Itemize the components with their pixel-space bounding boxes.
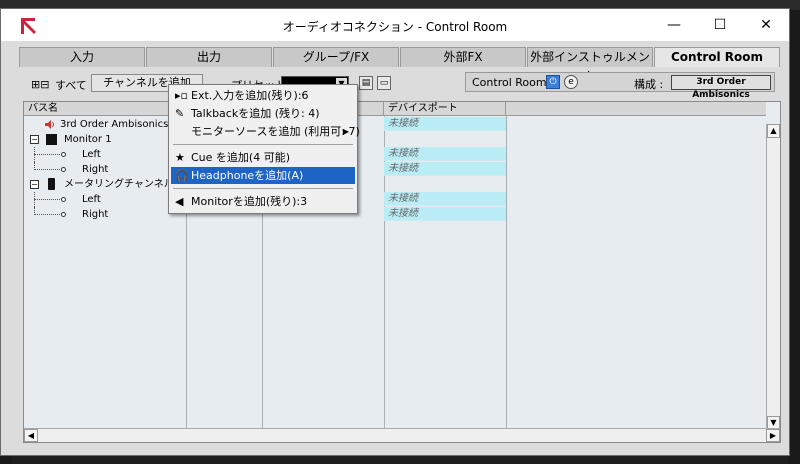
device-port-cell[interactable]: 未接続 [384,192,506,206]
table-row[interactable]: Right 未接続 [24,207,766,222]
scroll-right-icon[interactable]: ▶ [766,429,780,442]
menu-item-label: Monitorを追加(残り):3 [191,195,308,208]
port-node-icon [61,167,66,172]
scroll-left-icon[interactable]: ◀ [24,429,38,442]
tab-inputs[interactable]: 入力 [19,47,145,67]
menu-item-add-headphone[interactable]: 🎧 Headphoneを追加(A) [171,167,355,184]
bus-name: Right [82,164,109,175]
control-room-label: Control Room: [472,76,551,89]
bus-name: Left [82,194,101,205]
tab-external-fx[interactable]: 外部FX [400,47,526,67]
menu-item-label: Headphoneを追加(A) [191,169,304,182]
menu-item-add-monitor-source[interactable]: モニターソースを追加 (利用可: 7) ▶ [171,123,360,140]
table-row[interactable]: Left 未接続 [24,147,766,162]
bus-name: Monitor 1 [64,134,112,145]
table-row[interactable]: − Monitor 1 [24,132,766,147]
ext-input-icon: ▸▫ [175,89,188,102]
monitor-icon: ◀ [175,195,184,208]
remove-preset-icon[interactable]: ▭ [377,76,391,90]
meter-icon [48,178,55,190]
table-row[interactable]: 3rd Order Ambisonics C 未接続 [24,117,766,132]
menu-separator [173,144,353,145]
save-preset-icon[interactable]: ▤ [359,76,373,90]
column-bus-name[interactable]: バス名 [24,102,186,116]
tree-line [34,154,62,155]
port-node-icon [61,212,66,217]
monitor-icon [46,134,57,145]
menu-item-label: Talkbackを追加 (残り: 4) [191,107,320,120]
scroll-up-icon[interactable]: ▲ [767,124,780,138]
expand-collapse-icon[interactable]: ⊞⊟ [31,78,49,91]
menu-item-label: モニターソースを追加 (利用可: 7) [191,125,360,138]
collapse-icon[interactable]: − [30,180,39,189]
vertical-scrollbar[interactable]: ▲ ▼ [766,124,780,430]
horizontal-scrollbar[interactable]: ◀ ▶ [24,428,780,442]
collapse-icon[interactable]: − [30,135,39,144]
title-bar: オーディオコネクション - Control Room — ☐ ✕ [1,9,789,41]
config-label: 構成 : [634,78,664,91]
add-channel-menu: ▸▫ Ext.入力を追加(残り):6 ✎ Talkbackを追加 (残り: 4)… [168,84,360,214]
table-row[interactable]: − メータリングチャンネル [24,177,766,192]
menu-item-add-monitor[interactable]: ◀ Monitorを追加(残り):3 [171,193,355,210]
toolbar: ⊞⊟ すべて チャンネルを追加 プリセット ▼ ▤ ▭ Control Room… [19,69,781,100]
device-port-cell[interactable]: 未接続 [384,162,506,176]
tab-bar: 入力 出力 グループ/FX 外部FX 外部インストゥルメント Control R… [19,47,781,83]
bus-name: メータリングチャンネル [64,179,174,190]
tab-control-room[interactable]: Control Room [654,47,780,67]
device-port-cell[interactable]: 未接続 [384,207,506,221]
port-node-icon [61,152,66,157]
tree-line [34,199,62,200]
close-button[interactable]: ✕ [743,9,789,41]
tree-line [34,214,62,215]
bus-name: Right [82,209,109,220]
menu-item-add-cue[interactable]: ★ Cue を追加(4 可能) [171,149,355,166]
tree-line [34,169,62,170]
menu-item-label: Ext.入力を追加(残り):6 [191,89,309,102]
tab-external-instruments[interactable]: 外部インストゥルメント [527,47,653,83]
maximize-button[interactable]: ☐ [697,9,743,41]
grid-header: バス名 デバイスポート [24,102,766,116]
microphone-icon: ✎ [175,107,185,120]
device-port-cell[interactable]: 未接続 [384,147,506,161]
power-icon[interactable]: ⏻ [546,75,560,89]
audio-connections-window: オーディオコネクション - Control Room — ☐ ✕ 入力 出力 グ… [0,8,790,456]
menu-item-add-talkback[interactable]: ✎ Talkbackを追加 (残り: 4) [171,105,355,122]
bus-grid: バス名 デバイスポート 3rd Order Ambisonics C 未接続 −… [23,101,781,443]
chevron-right-icon: ▶ [342,127,349,136]
column-device-port[interactable]: デバイスポート [384,102,506,116]
control-room-group: Control Room: ⏻ e 構成 : 3rd Order Ambison… [465,72,775,100]
bus-name: Left [82,149,101,160]
headphone-icon: 🎧 [175,169,189,182]
port-node-icon [61,197,66,202]
all-label: すべて [55,79,87,92]
tab-group-fx[interactable]: グループ/FX [273,47,399,67]
table-row[interactable]: Left 未接続 [24,192,766,207]
menu-item-label: Cue を追加(4 可能) [191,151,290,164]
menu-item-add-ext-input[interactable]: ▸▫ Ext.入力を追加(残り):6 [171,87,355,104]
minimize-button[interactable]: — [651,9,697,41]
speaker-icon [45,120,54,129]
edit-icon[interactable]: e [564,75,578,89]
tab-outputs[interactable]: 出力 [146,47,272,67]
device-port-cell[interactable]: 未接続 [384,117,506,131]
config-value[interactable]: 3rd Order Ambisonics [671,75,771,100]
menu-separator [173,188,353,189]
table-row[interactable]: Right 未接続 [24,162,766,177]
star-icon: ★ [175,151,185,164]
